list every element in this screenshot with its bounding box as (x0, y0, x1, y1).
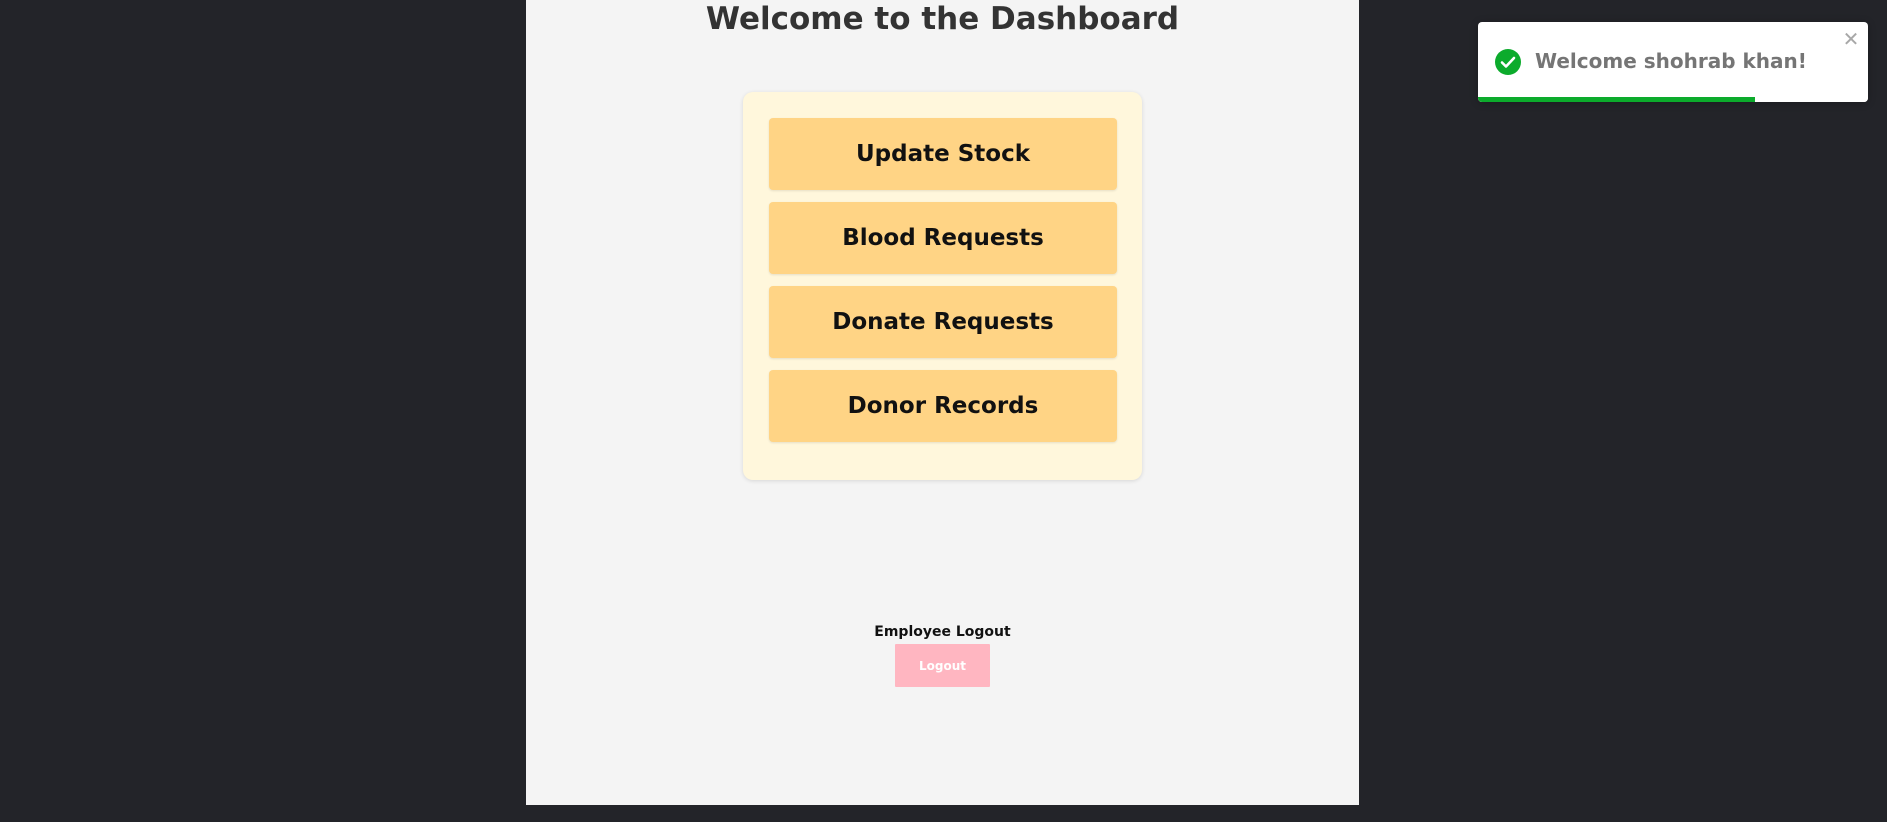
donate-requests-button[interactable]: Donate Requests (769, 286, 1117, 358)
toast-progress-track (1478, 97, 1868, 102)
close-icon[interactable]: ✕ (1842, 29, 1860, 49)
employee-logout-label: Employee Logout (874, 624, 1011, 640)
dashboard-menu-card: Update Stock Blood Requests Donate Reque… (743, 92, 1142, 480)
app-root: Welcome to the Dashboard Update Stock Bl… (0, 0, 1887, 822)
logout-button[interactable]: Logout (895, 644, 990, 687)
blood-requests-button[interactable]: Blood Requests (769, 202, 1117, 274)
toast-progress-bar (1478, 97, 1755, 102)
check-circle-icon (1495, 49, 1521, 75)
update-stock-button[interactable]: Update Stock (769, 118, 1117, 190)
dashboard-panel: Welcome to the Dashboard Update Stock Bl… (526, 0, 1359, 805)
donor-records-button[interactable]: Donor Records (769, 370, 1117, 442)
page-title: Welcome to the Dashboard (705, 1, 1180, 37)
welcome-toast: Welcome shohrab khan! ✕ (1478, 22, 1868, 102)
toast-message: Welcome shohrab khan! (1535, 49, 1807, 73)
